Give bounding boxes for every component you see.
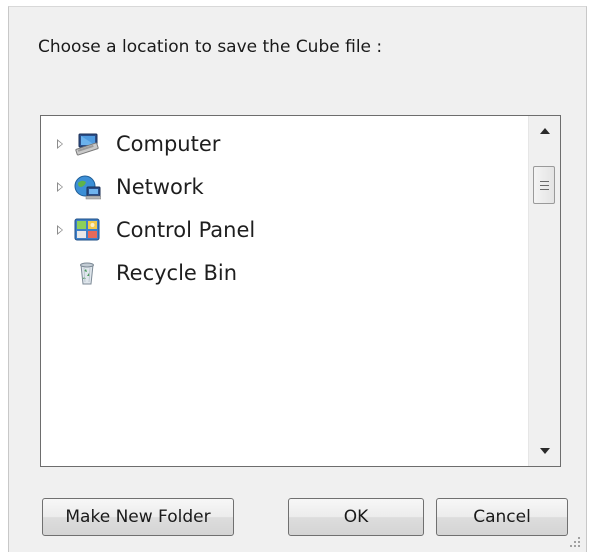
expand-arrow-icon[interactable] (57, 139, 63, 149)
cancel-button[interactable]: Cancel (436, 498, 568, 536)
vertical-scrollbar[interactable] (528, 116, 560, 466)
tree-item-network[interactable]: Network (41, 169, 529, 205)
tree-item-recycle-bin[interactable]: Recycle Bin (41, 255, 529, 291)
folder-tree[interactable]: Computer Network Control Panel Recycle B… (40, 115, 561, 467)
chevron-down-icon (540, 448, 550, 454)
tree-item-label: Recycle Bin (116, 261, 238, 285)
resize-grip-icon[interactable] (567, 534, 581, 548)
ok-button[interactable]: OK (288, 498, 424, 536)
tree-item-control-panel[interactable]: Control Panel (41, 212, 529, 248)
recycle-bin-icon (73, 260, 101, 286)
save-location-dialog: Choose a location to save the Cube file … (8, 6, 587, 552)
make-new-folder-button[interactable]: Make New Folder (42, 498, 234, 536)
dialog-prompt: Choose a location to save the Cube file … (38, 37, 383, 57)
grip-line (540, 189, 549, 190)
tree-item-label: Network (116, 175, 204, 199)
grip-line (540, 185, 549, 186)
tree-item-label: Computer (116, 132, 221, 156)
expand-arrow-icon[interactable] (57, 182, 63, 192)
scroll-thumb[interactable] (533, 166, 555, 204)
chevron-up-icon (540, 128, 550, 134)
grip-line (540, 181, 549, 182)
network-icon (73, 174, 102, 200)
tree-item-label: Control Panel (116, 218, 256, 242)
control-panel-icon (73, 217, 101, 243)
tree-item-computer[interactable]: Computer (41, 126, 529, 162)
scroll-down-button[interactable] (529, 436, 560, 466)
computer-icon (73, 131, 101, 157)
scroll-up-button[interactable] (529, 116, 560, 146)
expand-arrow-icon[interactable] (57, 225, 63, 235)
